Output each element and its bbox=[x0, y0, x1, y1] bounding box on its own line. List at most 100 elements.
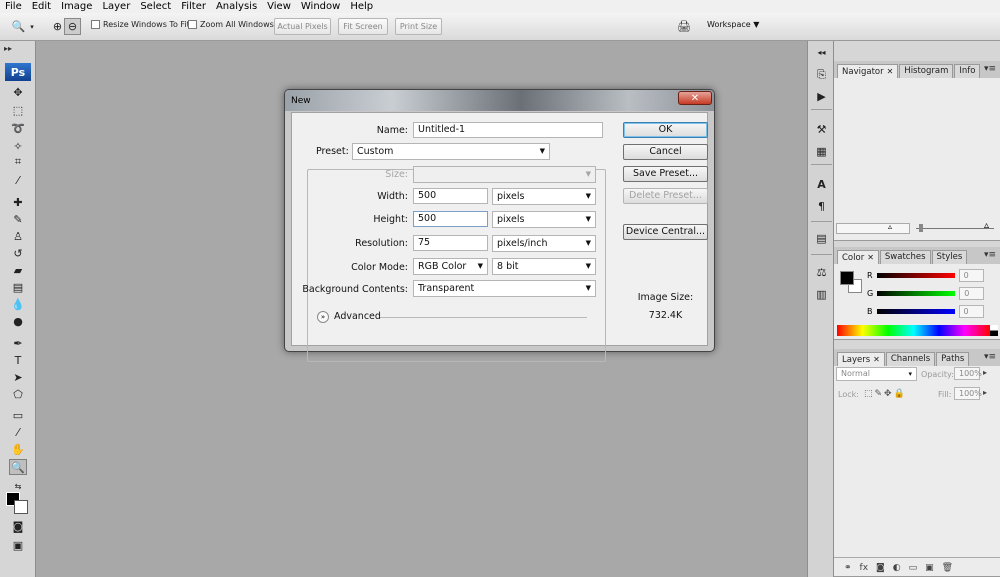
eraser-tool-icon[interactable]: ▰ bbox=[9, 262, 27, 278]
green-slider[interactable] bbox=[877, 291, 956, 296]
tab-histogram[interactable]: Histogram bbox=[899, 64, 954, 78]
hand-tool-icon[interactable]: ✋ bbox=[9, 441, 27, 457]
clone-source-icon[interactable]: ⚖ bbox=[813, 264, 830, 280]
notes-tool-icon[interactable]: ▭ bbox=[9, 407, 27, 423]
blur-tool-icon[interactable]: 💧 bbox=[9, 296, 27, 312]
color-mode-select[interactable]: RGB Color ▼ bbox=[413, 258, 488, 275]
resize-windows-checkbox[interactable]: Resize Windows To Fit bbox=[91, 20, 190, 29]
actions-panel-icon[interactable]: ▶ bbox=[813, 88, 830, 104]
zoom-out-small-icon[interactable]: ▵ bbox=[888, 222, 892, 231]
bridge-icon[interactable]: 🖨 bbox=[674, 18, 694, 35]
advanced-toggle-icon[interactable]: » bbox=[317, 311, 329, 323]
opacity-field[interactable]: 100% bbox=[954, 367, 982, 380]
new-group-icon[interactable]: ▭ bbox=[909, 563, 918, 573]
menu-analysis[interactable]: Analysis bbox=[211, 0, 262, 13]
panel-menu-icon[interactable]: ▾≡ bbox=[984, 352, 996, 362]
black-white-ramp[interactable] bbox=[990, 325, 998, 336]
panel-menu-icon[interactable]: ▾≡ bbox=[984, 64, 996, 74]
eyedropper-3d-tool-icon[interactable]: ⁄ bbox=[9, 424, 27, 440]
panel-menu-icon[interactable]: ▾≡ bbox=[984, 250, 996, 260]
eyedropper-tool-icon[interactable]: ⁄ bbox=[9, 172, 27, 188]
menu-edit[interactable]: Edit bbox=[27, 0, 56, 13]
close-icon[interactable]: ✕ bbox=[873, 355, 880, 364]
link-layers-icon[interactable]: ⚭ bbox=[844, 563, 852, 573]
dodge-tool-icon[interactable]: ● bbox=[9, 313, 27, 329]
zoom-tool-icon[interactable]: 🔍 bbox=[9, 459, 27, 475]
collapse-toolbox-icon[interactable]: ▸▸ bbox=[4, 44, 12, 53]
menu-image[interactable]: Image bbox=[56, 0, 97, 13]
screen-mode-icon[interactable]: ▣ bbox=[9, 537, 27, 553]
resolution-unit-select[interactable]: pixels/inch ▼ bbox=[492, 235, 596, 252]
menu-view[interactable]: View bbox=[262, 0, 296, 13]
color-spectrum-bar[interactable] bbox=[837, 325, 990, 336]
close-icon[interactable]: ✕ bbox=[887, 67, 894, 76]
shape-tool-icon[interactable]: ⬠ bbox=[9, 386, 27, 402]
red-slider[interactable] bbox=[876, 273, 955, 278]
history-panel-icon[interactable]: ⎘ bbox=[813, 67, 830, 83]
adjustment-layer-icon[interactable]: ◐ bbox=[893, 563, 901, 573]
blend-mode-select[interactable]: Normal ▾ bbox=[836, 367, 917, 381]
width-unit-select[interactable]: pixels ▼ bbox=[492, 188, 596, 205]
paragraph-panel-icon[interactable]: ¶ bbox=[813, 198, 830, 214]
menu-window[interactable]: Window bbox=[296, 0, 345, 13]
height-input[interactable]: 500 bbox=[413, 211, 488, 227]
tab-swatches[interactable]: Swatches bbox=[879, 250, 931, 264]
path-selection-tool-icon[interactable]: ➤ bbox=[9, 369, 27, 385]
red-value-field[interactable]: 0 bbox=[958, 269, 984, 282]
tab-color[interactable]: Color ✕ bbox=[837, 250, 879, 264]
pen-tool-icon[interactable]: ✒ bbox=[9, 335, 27, 351]
width-input[interactable]: 500 bbox=[413, 188, 488, 204]
menu-filter[interactable]: Filter bbox=[176, 0, 211, 13]
name-input[interactable]: Untitled-1 bbox=[413, 122, 603, 138]
preset-dropdown-arrow-icon[interactable]: ▾ bbox=[27, 18, 37, 35]
cancel-button[interactable]: Cancel bbox=[623, 144, 708, 160]
gradient-tool-icon[interactable]: ▤ bbox=[9, 279, 27, 295]
fit-screen-button[interactable]: Fit Screen bbox=[338, 18, 388, 35]
menu-help[interactable]: Help bbox=[345, 0, 378, 13]
zoom-in-small-icon[interactable]: ▵ bbox=[984, 220, 989, 231]
blue-value-field[interactable]: 0 bbox=[958, 305, 984, 318]
tab-info[interactable]: Info bbox=[954, 64, 981, 78]
quick-mask-icon[interactable]: ◙ bbox=[9, 518, 27, 534]
healing-brush-tool-icon[interactable]: ✚ bbox=[9, 194, 27, 210]
background-color[interactable] bbox=[14, 500, 28, 514]
move-tool-icon[interactable]: ✥ bbox=[9, 84, 27, 100]
advanced-label[interactable]: Advanced bbox=[334, 311, 381, 322]
magic-wand-tool-icon[interactable]: ✧ bbox=[9, 138, 27, 154]
close-icon[interactable]: ✕ bbox=[867, 253, 874, 262]
delete-layer-icon[interactable]: 🗑 bbox=[942, 563, 953, 573]
brush-tool-icon[interactable]: ✎ bbox=[9, 211, 27, 227]
checkbox-box[interactable] bbox=[91, 20, 100, 29]
green-value-field[interactable]: 0 bbox=[959, 287, 985, 300]
save-preset-button[interactable]: Save Preset... bbox=[623, 166, 708, 182]
resolution-input[interactable]: 75 bbox=[413, 235, 488, 251]
lasso-tool-icon[interactable]: ➰ bbox=[9, 120, 27, 136]
brushes-panel-icon[interactable]: ▦ bbox=[813, 143, 830, 159]
history-brush-tool-icon[interactable]: ↺ bbox=[9, 245, 27, 261]
adjustments-icon[interactable]: ▥ bbox=[813, 286, 830, 302]
tab-paths[interactable]: Paths bbox=[936, 352, 970, 366]
fill-field[interactable]: 100% bbox=[954, 387, 982, 400]
preset-select[interactable]: Custom ▼ bbox=[352, 143, 550, 160]
fill-arrow-icon[interactable]: ▸ bbox=[983, 388, 987, 397]
zoom-slider[interactable] bbox=[916, 228, 994, 229]
layer-mask-icon[interactable]: ◙ bbox=[876, 563, 885, 573]
workspace-menu[interactable]: Workspace ▼ bbox=[707, 20, 759, 29]
color-foreground-swatch[interactable] bbox=[840, 271, 854, 285]
marquee-tool-icon[interactable]: ⬚ bbox=[9, 102, 27, 118]
zoom-out-icon[interactable]: ⊖ bbox=[64, 18, 81, 35]
menu-file[interactable]: File bbox=[0, 0, 27, 13]
menu-layer[interactable]: Layer bbox=[97, 0, 135, 13]
checkbox-box[interactable] bbox=[188, 20, 197, 29]
clone-stamp-tool-icon[interactable]: ♙ bbox=[9, 228, 27, 244]
character-panel-icon[interactable]: A bbox=[813, 176, 830, 192]
height-unit-select[interactable]: pixels ▼ bbox=[492, 211, 596, 228]
dialog-close-button[interactable]: ✕ bbox=[678, 91, 712, 105]
layer-style-icon[interactable]: fx bbox=[860, 563, 869, 573]
opacity-arrow-icon[interactable]: ▸ bbox=[983, 368, 987, 377]
menu-select[interactable]: Select bbox=[135, 0, 176, 13]
lock-icons[interactable]: ⬚✎✥🔒 bbox=[864, 389, 907, 399]
dialog-titlebar[interactable]: New ✕ bbox=[285, 90, 714, 111]
new-layer-icon[interactable]: ▣ bbox=[925, 563, 934, 573]
zoom-all-windows-checkbox[interactable]: Zoom All Windows bbox=[188, 20, 274, 29]
